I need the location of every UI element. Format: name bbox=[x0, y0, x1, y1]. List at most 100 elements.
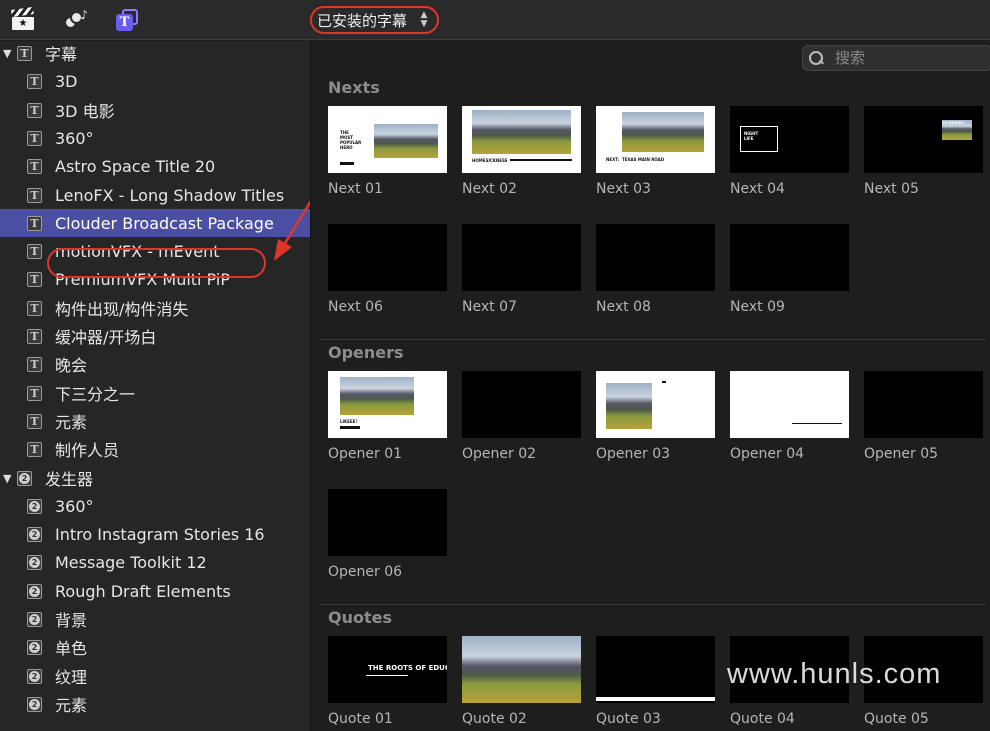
sidebar-item-generator[interactable]: 2 Intro Instagram Stories 16 bbox=[0, 520, 310, 548]
title-tile[interactable]: THE MOST POPULAR HERO Next 01 bbox=[328, 106, 447, 197]
title-tile[interactable]: TV MOVIES Next 05 bbox=[864, 106, 983, 197]
title-tile[interactable]: Next 09 bbox=[730, 224, 849, 315]
title-thumbnail bbox=[864, 371, 983, 438]
title-thumbnail bbox=[596, 636, 715, 703]
landscape-image bbox=[374, 124, 438, 158]
sidebar-item-label: 制作人员 bbox=[55, 441, 120, 460]
title-tile[interactable]: Opener 06 bbox=[328, 489, 447, 580]
title-icon: T bbox=[27, 215, 42, 231]
sidebar-item-label: LenoFX - Long Shadow Titles bbox=[55, 185, 285, 205]
title-tile-label: Next 07 bbox=[462, 299, 517, 315]
title-tile[interactable]: Opener 03 bbox=[596, 371, 715, 462]
title-thumbnail bbox=[328, 489, 447, 556]
sidebar-item-generator[interactable]: 2 元素 bbox=[0, 690, 310, 718]
title-tile-label: Quote 02 bbox=[462, 711, 527, 727]
sidebar-item-generator[interactable]: 2 Message Toolkit 12 bbox=[0, 548, 310, 576]
title-tile[interactable]: Next 08 bbox=[596, 224, 715, 315]
sidebar-item-label: 360° bbox=[55, 128, 94, 148]
sidebar-item-title[interactable]: T Astro Space Title 20 bbox=[0, 152, 310, 180]
sidebar-group-titles[interactable]: ▼ T 字幕 bbox=[0, 41, 310, 67]
library-select[interactable]: 已安装的字幕 ▲ ▼ bbox=[310, 6, 439, 34]
thumbnail-text: LIKEEE! bbox=[340, 419, 358, 424]
sidebar-item-label: 3D 电影 bbox=[55, 102, 115, 121]
title-tile[interactable]: LIKEEE! Opener 01 bbox=[328, 371, 447, 462]
title-icon: T bbox=[17, 45, 32, 61]
title-icon: T bbox=[27, 187, 42, 203]
title-thumbnail bbox=[596, 371, 715, 438]
sidebar-item-title[interactable]: T 元素 bbox=[0, 407, 310, 435]
sidebar-item-generator[interactable]: 2 纹理 bbox=[0, 662, 310, 690]
title-thumbnail: THE ROOTS OF EDUCATION ARE BITTER, bbox=[328, 636, 447, 703]
sidebar-item-title[interactable]: T 晚会 bbox=[0, 350, 310, 378]
title-tile-label: Opener 03 bbox=[596, 446, 671, 462]
photos-audio-icon[interactable]: ♪ bbox=[63, 8, 88, 32]
section-header: Nexts bbox=[328, 78, 380, 97]
title-icon: T bbox=[27, 413, 42, 429]
thumbnail-text: TEXAS MAIN ROAD bbox=[622, 157, 665, 162]
sidebar-item-generator[interactable]: 2 Rough Draft Elements bbox=[0, 577, 310, 605]
title-tile[interactable]: HOMESICKNESS Next 02 bbox=[462, 106, 581, 197]
sidebar-item-title[interactable]: T 下三分之一 bbox=[0, 379, 310, 407]
sidebar-item-title[interactable]: T 3D 电影 bbox=[0, 96, 310, 124]
title-tile-label: Next 08 bbox=[596, 299, 651, 315]
search-input[interactable] bbox=[835, 49, 975, 67]
sidebar-item-generator[interactable]: 2 360° bbox=[0, 492, 310, 520]
title-tile-label: Next 05 bbox=[864, 181, 919, 197]
title-tile-label: Opener 04 bbox=[730, 446, 805, 462]
sidebar-item-label: 发生器 bbox=[45, 470, 94, 489]
title-tile[interactable]: Next 06 bbox=[328, 224, 447, 315]
title-icon: T bbox=[27, 300, 42, 316]
toolbar: ★ ♪ T 已安装的字幕 ▲ ▼ bbox=[0, 0, 990, 40]
title-thumbnail bbox=[730, 224, 849, 291]
annotation-arrow bbox=[274, 200, 310, 261]
media-browser-icon[interactable]: ★ bbox=[11, 7, 35, 32]
generator-icon: 2 bbox=[27, 611, 42, 627]
sidebar-item-label: 元素 bbox=[55, 413, 88, 432]
sidebar-item-generator[interactable]: 2 背景 bbox=[0, 605, 310, 633]
library-select-label: 已安装的字幕 bbox=[317, 11, 408, 30]
title-thumbnail: LIKEEE! bbox=[328, 371, 447, 438]
disclosure-triangle-icon[interactable]: ▼ bbox=[3, 472, 11, 485]
highlight-circle bbox=[47, 248, 266, 278]
title-tile[interactable]: Next 07 bbox=[462, 224, 581, 315]
sidebar-item-label: 缓冲器/开场白 bbox=[55, 328, 157, 347]
title-tile[interactable]: Opener 02 bbox=[462, 371, 581, 462]
sidebar-item-title[interactable]: T 缓冲器/开场白 bbox=[0, 322, 310, 350]
title-icon: T bbox=[27, 271, 42, 287]
sidebar-group-generators[interactable]: ▼ 2 发生器 bbox=[0, 464, 310, 492]
title-tile-label: Quote 04 bbox=[730, 711, 795, 727]
title-icon: T bbox=[27, 385, 42, 401]
sidebar-item-label: 3D bbox=[55, 71, 78, 91]
title-tile[interactable]: NEXT: TEXAS MAIN ROAD Next 03 bbox=[596, 106, 715, 197]
title-tile[interactable]: Opener 05 bbox=[864, 371, 983, 462]
sidebar-item-title[interactable]: T 3D bbox=[0, 67, 310, 95]
search-field[interactable] bbox=[802, 45, 990, 71]
title-thumbnail: TV MOVIES bbox=[864, 106, 983, 173]
title-tile[interactable]: Quote 03 bbox=[596, 636, 715, 727]
thumbnail-text bbox=[662, 381, 666, 383]
disclosure-triangle-icon[interactable]: ▼ bbox=[3, 47, 11, 60]
sidebar-item-label: Rough Draft Elements bbox=[55, 581, 231, 601]
title-browser: Nexts THEMOSTPOPULARHERO Next 01 HOMESICKNE… bbox=[312, 41, 990, 731]
landscape-image bbox=[606, 383, 652, 429]
sidebar-item-label: 单色 bbox=[55, 639, 88, 658]
generator-icon: 2 bbox=[27, 498, 42, 514]
sidebar-item-title[interactable]: T 构件出现/构件消失 bbox=[0, 294, 310, 322]
title-tile-label: Opener 05 bbox=[864, 446, 939, 462]
generator-icon: 2 bbox=[27, 696, 42, 712]
sidebar-item-generator[interactable]: 2 单色 bbox=[0, 633, 310, 661]
title-tile[interactable]: THE ROOTS OF EDUCATION ARE BITTER, Quote … bbox=[328, 636, 447, 727]
title-tile-label: Next 06 bbox=[328, 299, 383, 315]
title-tile[interactable]: Opener 04 bbox=[730, 371, 849, 462]
title-thumbnail: NEXT: TEXAS MAIN ROAD bbox=[596, 106, 715, 173]
sidebar-item-title[interactable]: T 360° bbox=[0, 124, 310, 152]
thumbnail-text: NEXT: bbox=[606, 157, 620, 162]
sidebar-item-label: Astro Space Title 20 bbox=[55, 156, 216, 176]
landscape-image bbox=[462, 636, 581, 703]
sidebar-item-label: Intro Instagram Stories 16 bbox=[55, 524, 265, 544]
title-tile[interactable]: NIGHT LIFE Next 04 bbox=[730, 106, 849, 197]
title-tile-label: Next 03 bbox=[596, 181, 651, 197]
title-tile[interactable]: Quote 02 bbox=[462, 636, 581, 727]
sidebar-item-title[interactable]: T 制作人员 bbox=[0, 435, 310, 463]
titles-generators-icon[interactable]: T bbox=[115, 8, 139, 32]
